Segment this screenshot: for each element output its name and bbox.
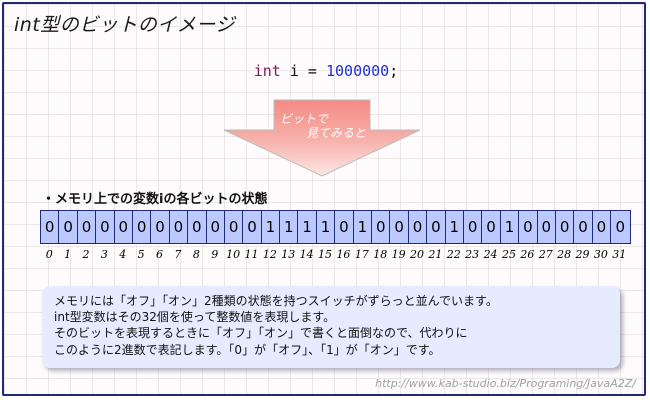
note-line: このように2進数で表記します。「0」が「オフ」、「1」が「オン」です。 — [54, 343, 441, 357]
bit-index-label: 0 — [45, 248, 53, 261]
code-value: 1000000 — [326, 62, 390, 80]
bit-index-label: 9 — [211, 248, 219, 261]
bit-index-label: 3 — [100, 248, 108, 261]
bit-cell: 1 — [354, 211, 373, 243]
code-line: int i = 1000000; — [4, 62, 644, 80]
bit-cell: 0 — [207, 211, 225, 243]
arrow-label-line1: ビットで — [280, 112, 329, 126]
bit-cell: 1 — [262, 211, 281, 243]
bit-cell: 0 — [170, 211, 189, 243]
bit-index-label: 23 — [465, 248, 480, 261]
bit-index-label: 16 — [336, 248, 351, 261]
bit-index-label: 31 — [612, 248, 627, 261]
bit-index-label: 28 — [557, 248, 572, 261]
bit-cell: 0 — [464, 211, 483, 243]
bit-index-label: 25 — [501, 248, 516, 261]
note-line: メモリには「オフ」「オン」2種類の状態を持つスイッチがずらっと並んでいます。 — [54, 294, 498, 308]
bit-cell: 1 — [446, 211, 464, 243]
bit-cell: 0 — [556, 211, 575, 243]
bit-cell: 0 — [593, 211, 612, 243]
bit-cell: 0 — [427, 211, 446, 243]
bit-cell: 0 — [243, 211, 262, 243]
bit-cell: 0 — [96, 211, 115, 243]
bit-cell: 0 — [519, 211, 538, 243]
bit-index-label: 4 — [119, 248, 127, 261]
bit-cell: 0 — [115, 211, 133, 243]
note-line: そのビットを表現するときに「オフ」「オン」で書くと面倒なので、代わりに — [54, 326, 468, 340]
bit-index-label: 14 — [299, 248, 314, 261]
bit-cell: 0 — [225, 211, 244, 243]
bit-index-label: 26 — [520, 248, 535, 261]
bit-index-label: 13 — [281, 248, 296, 261]
bit-cell: 0 — [78, 211, 97, 243]
bit-index-label: 27 — [538, 248, 553, 261]
bit-cell: 0 — [59, 211, 78, 243]
bit-index-label: 1 — [64, 248, 72, 261]
bit-cell: 1 — [501, 211, 520, 243]
bit-index-label: 2 — [82, 248, 90, 261]
bit-index-label: 12 — [262, 248, 277, 261]
bit-index-row: 0 1 2 3 4 5 6 7 8 9 10 11 12 13 14 15 16 17 18 19 20 21 22 23 24… — [40, 248, 629, 261]
bit-index-label: 17 — [354, 248, 369, 261]
bit-index-label: 5 — [137, 248, 145, 261]
down-arrow: ビットで 見てみると — [222, 98, 422, 182]
bit-index-label: 24 — [483, 248, 498, 261]
bit-cell: 0 — [133, 211, 152, 243]
bit-index-label: 22 — [446, 248, 461, 261]
bit-cell: 0 — [335, 211, 354, 243]
bit-index-label: 30 — [593, 248, 608, 261]
bit-cell: 0 — [390, 211, 409, 243]
bit-index-label: 19 — [391, 248, 406, 261]
explanation-note: メモリには「オフ」「オン」2種類の状態を持つスイッチがずらっと並んでいます。 in… — [42, 286, 620, 368]
bit-row: 00000000000011110100001001000000 — [40, 210, 631, 244]
bit-cell: 0 — [409, 211, 428, 243]
section-title: ・メモリ上での変数iの各ビットの状態 — [42, 192, 268, 207]
diagram-title: int型のビットのイメージ — [14, 14, 235, 36]
code-keyword: int — [253, 62, 281, 80]
bit-cell: 0 — [538, 211, 556, 243]
code-end: ; — [389, 62, 399, 80]
bit-cell: 0 — [615, 218, 626, 236]
bit-index-label: 18 — [373, 248, 388, 261]
footer-url: http://www.kab-studio.biz/Programing/Jav… — [375, 377, 636, 390]
bit-cell: 0 — [188, 211, 207, 243]
bit-index-label: 7 — [174, 248, 182, 261]
code-variable: i = — [280, 62, 326, 80]
bit-index-label: 10 — [226, 248, 241, 261]
bit-index-label: 29 — [575, 248, 590, 261]
bit-index-label: 21 — [428, 248, 443, 261]
bit-cell: 0 — [372, 211, 391, 243]
diagram-frame: int型のビットのイメージ int i = 1000000; ビットで 見てみる… — [2, 2, 646, 396]
bit-index-label: 8 — [192, 248, 200, 261]
bit-cell: 0 — [41, 211, 60, 243]
bit-cell: 0 — [482, 211, 501, 243]
bit-index-label: 15 — [318, 248, 333, 261]
note-line: int型変数はその32個を使って整数値を表現します。 — [54, 310, 336, 324]
bit-index-label: 6 — [156, 248, 164, 261]
bit-cell: 0 — [151, 211, 170, 243]
bit-cell: 1 — [280, 211, 299, 243]
bit-cell: 1 — [298, 211, 317, 243]
bit-index-label: 20 — [410, 248, 424, 261]
bit-cell: 0 — [574, 211, 593, 243]
bit-cell: 1 — [317, 211, 336, 243]
bit-index-label: 11 — [244, 248, 259, 261]
arrow-label-line2: 見てみると — [306, 126, 367, 140]
